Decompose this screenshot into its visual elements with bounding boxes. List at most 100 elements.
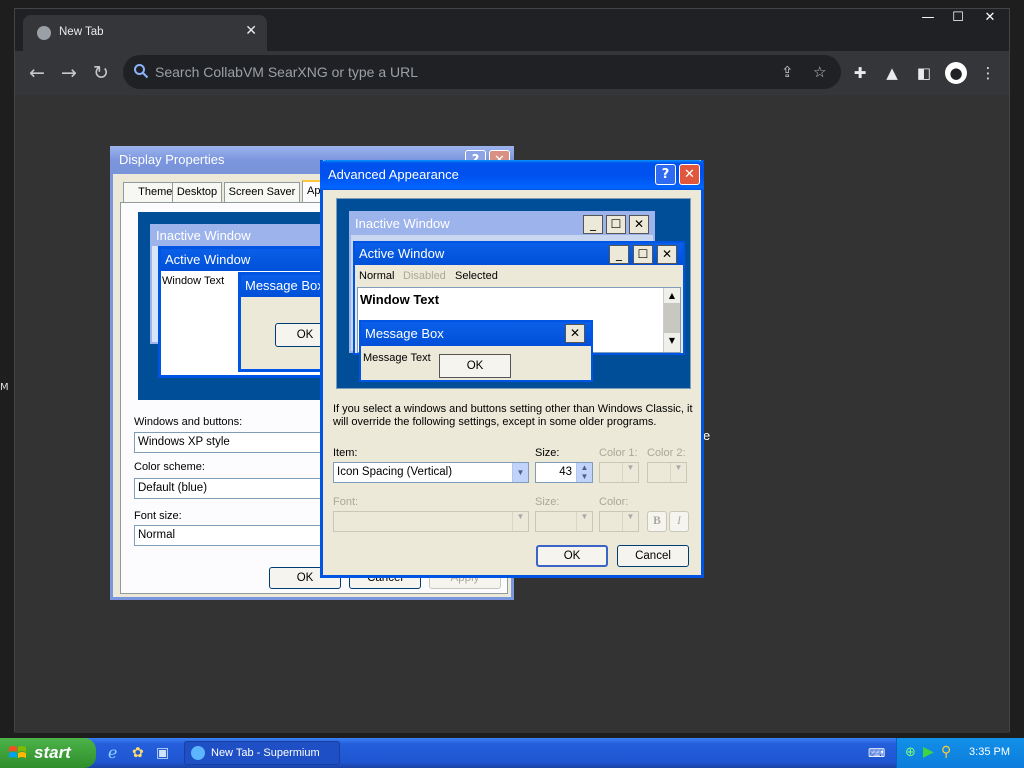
adv-message-text: Message Text: [363, 352, 431, 364]
forward-icon[interactable]: →: [55, 59, 83, 87]
search-icon: [134, 64, 149, 79]
chevron-down-icon: ▼: [512, 512, 528, 531]
color2-label: Color 2:: [647, 447, 686, 459]
maximize-icon: ☐: [606, 215, 626, 234]
preview-inactive-title: Inactive Window: [152, 226, 326, 246]
windows-buttons-label: Windows and buttons:: [134, 416, 243, 428]
font-size-label: Size:: [535, 496, 560, 508]
maximize-button[interactable]: ☐: [941, 9, 975, 29]
close-icon: ✕: [657, 245, 677, 264]
italic-button[interactable]: I: [669, 511, 689, 532]
desktop-text-fragment: e: [703, 428, 711, 443]
network-icon[interactable]: ⊕: [905, 745, 916, 760]
item-select[interactable]: Icon Spacing (Vertical) ▼: [333, 462, 529, 483]
color1-picker[interactable]: ▼: [599, 462, 639, 483]
size-spinner[interactable]: 43 ▲ ▼: [535, 462, 593, 483]
tab-title: New Tab: [59, 26, 104, 38]
taskbar-item-supermium[interactable]: New Tab - Supermium: [184, 741, 340, 765]
font-size-select[interactable]: ▼: [535, 511, 593, 532]
reload-icon[interactable]: ↻: [87, 59, 115, 87]
omnibox[interactable]: Search CollabVM SearXNG or type a URL ⇪ …: [123, 55, 841, 89]
keyboard-icon[interactable]: ⌨: [868, 746, 885, 760]
font-size-label: Font size:: [134, 510, 182, 522]
scroll-up-icon: ▲: [668, 291, 676, 300]
close-icon: ✕: [629, 215, 649, 234]
clock: 3:35 PM: [969, 746, 1010, 758]
tab-new-tab[interactable]: New Tab ✕: [23, 15, 267, 51]
size-label: Size:: [535, 447, 560, 459]
close-button[interactable]: ✕: [679, 164, 700, 185]
taskbar: start ℯ ✿ ▣ New Tab - Supermium ⌨ ⊕ ▶ ⚲ …: [0, 738, 1024, 768]
color1-label: Color 1:: [599, 447, 638, 459]
chevron-down-icon: ▼: [512, 463, 528, 482]
system-tray: ⊕ ▶ ⚲ 3:35 PM: [896, 738, 1024, 768]
chevron-down-icon: ▼: [622, 463, 638, 482]
desktop-edge-fragment: M: [0, 382, 9, 393]
font-color-label: Color:: [599, 496, 629, 508]
media-player-icon[interactable]: ✿: [132, 744, 150, 762]
search-tray-icon[interactable]: ⚲: [941, 744, 951, 760]
spinner-arrows-icon[interactable]: ▲ ▼: [576, 463, 592, 482]
color-scheme-label: Color scheme:: [134, 461, 205, 473]
maximize-icon: ☐: [633, 245, 653, 264]
menu-kebab-icon[interactable]: ⋮: [977, 62, 999, 84]
chevron-down-icon: ▼: [622, 512, 638, 531]
font-select[interactable]: ▼: [333, 511, 529, 532]
start-button[interactable]: start: [0, 738, 96, 768]
omnibox-placeholder: Search CollabVM SearXNG or type a URL: [155, 64, 418, 80]
tab-screen-saver[interactable]: Screen Saver: [224, 182, 300, 202]
help-button[interactable]: ?: [655, 164, 676, 185]
adv-menu-normal: Normal: [359, 270, 395, 282]
adv-preview-message-box: Message Box ✕ Message Text OK: [359, 320, 593, 382]
advanced-appearance-window: Advanced Appearance ? ✕ Inactive Window …: [320, 160, 704, 578]
supermium-icon: [191, 746, 205, 760]
labs-flask-icon[interactable]: ▲: [881, 62, 903, 84]
adv-scrollbar: ▲ ▼: [663, 288, 680, 352]
preview-message-box: Message Box OK: [238, 272, 335, 372]
adv-preview-ok-button: OK: [439, 354, 511, 378]
info-text: If you select a windows and buttons sett…: [333, 403, 693, 428]
minimize-icon: _: [583, 215, 603, 234]
advanced-appearance-title: Advanced Appearance: [328, 167, 459, 182]
bookmark-star-icon[interactable]: ☆: [813, 63, 826, 81]
advanced-appearance-titlebar: Advanced Appearance: [320, 160, 704, 190]
font-size-select[interactable]: Normal: [134, 525, 328, 546]
show-desktop-icon[interactable]: ▣: [156, 744, 174, 762]
close-window-button[interactable]: ✕: [973, 9, 1007, 29]
extensions-icon[interactable]: ✚: [849, 62, 871, 84]
advanced-cancel-button[interactable]: Cancel: [617, 545, 689, 567]
adv-window-text: Window Text: [360, 292, 440, 307]
appearance-preview: Inactive Window Active Window Window Tex…: [138, 212, 335, 400]
scroll-down-icon: ▼: [668, 336, 676, 345]
internet-explorer-icon[interactable]: ℯ: [108, 744, 126, 762]
share-icon[interactable]: ⇪: [781, 63, 794, 81]
adv-menu-disabled: Disabled: [403, 270, 446, 282]
font-label: Font:: [333, 496, 359, 508]
globe-icon: [37, 26, 51, 40]
item-label: Item:: [333, 447, 358, 459]
color-scheme-select[interactable]: Default (blue): [134, 478, 328, 499]
adv-preview-message-title: Message Box: [361, 322, 591, 346]
close-icon: ✕: [565, 324, 585, 343]
advanced-ok-button[interactable]: OK: [536, 545, 608, 567]
profile-avatar-icon[interactable]: ●: [945, 62, 967, 84]
play-icon[interactable]: ▶: [923, 744, 934, 760]
font-color-picker[interactable]: ▼: [599, 511, 639, 532]
advanced-preview: Inactive Window _ ☐ ✕ Active Window _ ☐ …: [336, 198, 691, 389]
browser-toolbar: ← → ↻ Search CollabVM SearXNG or type a …: [15, 51, 1009, 95]
adv-menu-selected: Selected: [455, 270, 498, 282]
close-tab-icon[interactable]: ✕: [245, 23, 257, 39]
back-icon[interactable]: ←: [23, 59, 51, 87]
color2-picker[interactable]: ▼: [647, 462, 687, 483]
side-panel-icon[interactable]: ◧: [913, 62, 935, 84]
chevron-down-icon: ▼: [670, 463, 686, 482]
preview-active-title: Active Window: [161, 249, 325, 271]
tab-strip: New Tab ✕ — ☐ ✕: [15, 9, 1009, 51]
minimize-button[interactable]: —: [911, 9, 945, 29]
bold-button[interactable]: B: [647, 511, 667, 532]
display-properties-title: Display Properties: [119, 152, 225, 167]
start-label: start: [34, 743, 71, 762]
windows-buttons-select[interactable]: Windows XP style: [134, 432, 328, 453]
tab-desktop[interactable]: Desktop: [172, 182, 222, 202]
windows-flag-icon: [9, 746, 26, 758]
